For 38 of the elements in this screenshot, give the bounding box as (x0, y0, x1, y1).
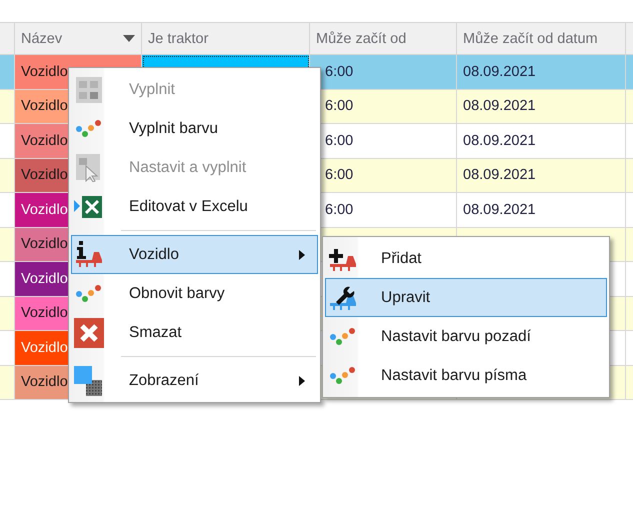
table-cell: 08.09.2021 (457, 124, 626, 158)
spreadsheet-icon (74, 194, 104, 220)
delete-icon (74, 318, 104, 348)
truck-icon (74, 240, 104, 268)
menu-item[interactable]: Přidat (325, 239, 607, 278)
row-header[interactable] (0, 124, 15, 158)
table-cell: 08.09.2021 (457, 158, 626, 193)
row-header[interactable] (0, 366, 15, 400)
menu-item[interactable]: Nastavit barvu písma (325, 356, 607, 395)
dots-icon (76, 284, 102, 304)
row-header[interactable] (0, 262, 15, 296)
row-header[interactable] (0, 55, 15, 90)
row-header[interactable] (0, 193, 15, 228)
table-cell: 08.09.2021 (457, 193, 626, 228)
column-header[interactable]: Může začít od (310, 22, 457, 55)
row-header[interactable] (0, 296, 15, 331)
table-cell: 6:00 (310, 55, 457, 90)
grid-icon (76, 76, 102, 102)
menu-item[interactable]: Upravit (325, 278, 607, 317)
column-header[interactable]: Je traktor (142, 22, 310, 55)
column-header[interactable]: Název (15, 22, 142, 55)
column-header[interactable]: Může začít od datum (457, 22, 626, 55)
row-header[interactable] (0, 331, 15, 366)
row-header[interactable] (0, 90, 15, 124)
dots-icon (330, 366, 356, 386)
table-cell: 08.09.2021 (457, 90, 626, 124)
layers-icon (74, 366, 104, 396)
dots-icon (76, 118, 102, 138)
cursor-icon (76, 154, 102, 182)
header-cell (0, 22, 15, 55)
dots-icon (330, 326, 356, 346)
row-header[interactable] (0, 158, 15, 193)
wrench-icon (328, 284, 358, 312)
dropdown-icon[interactable] (123, 35, 135, 42)
menu-item[interactable]: Nastavit barvu pozadí (325, 317, 607, 356)
row-header[interactable] (0, 228, 15, 262)
table-cell: 08.09.2021 (457, 55, 626, 90)
menu-item[interactable]: Vozidlo (71, 235, 318, 274)
